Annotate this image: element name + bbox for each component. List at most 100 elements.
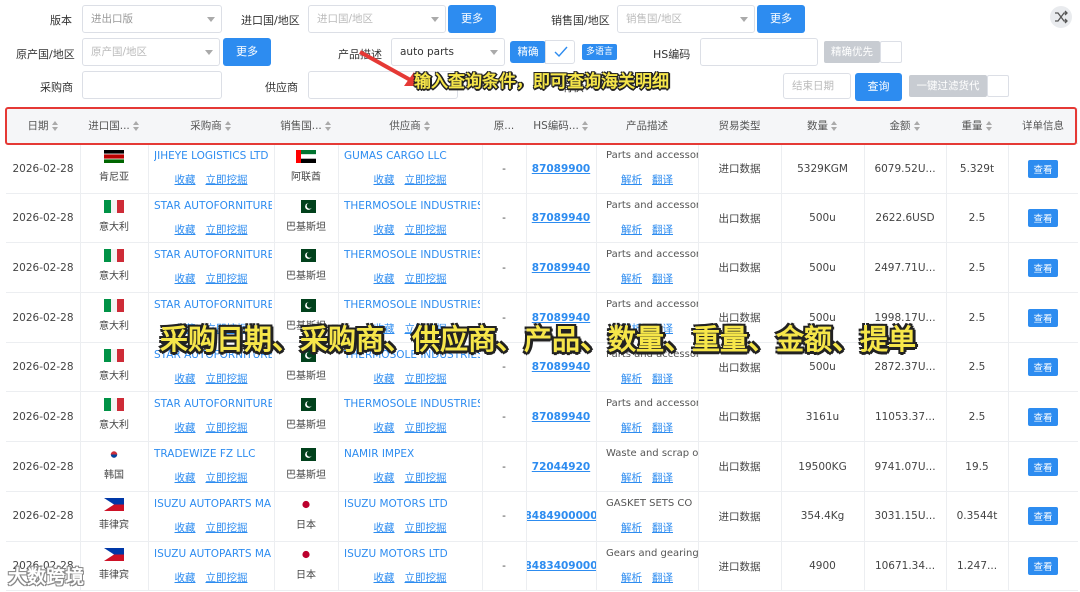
view-button[interactable]: 查看 bbox=[1028, 557, 1058, 575]
translate-link[interactable]: 翻译 bbox=[652, 472, 673, 484]
mine-link[interactable]: 立即挖掘 bbox=[405, 472, 447, 484]
buyer-input[interactable] bbox=[82, 71, 222, 99]
import-country-more-button[interactable]: 更多 bbox=[448, 5, 496, 33]
view-button[interactable]: 查看 bbox=[1028, 407, 1058, 426]
column-header[interactable]: 数量 bbox=[781, 108, 864, 144]
translate-link[interactable]: 翻译 bbox=[652, 522, 673, 534]
sort-icon[interactable] bbox=[423, 121, 431, 131]
mine-link[interactable]: 立即挖掘 bbox=[206, 373, 248, 385]
exact-first-button[interactable]: 精确优先 bbox=[824, 41, 880, 63]
sort-icon[interactable] bbox=[985, 121, 993, 131]
favorite-link[interactable]: 收藏 bbox=[374, 472, 395, 484]
favorite-link[interactable]: 收藏 bbox=[175, 472, 196, 484]
translate-link[interactable]: 翻译 bbox=[652, 572, 673, 584]
query-button[interactable]: 查询 bbox=[855, 73, 902, 101]
supplier-link[interactable]: ISUZU MOTORS LTD bbox=[344, 548, 480, 560]
supplier-link[interactable]: THERMOSOLE INDUSTRIES bbox=[344, 299, 480, 311]
multi-language-tag[interactable]: 多语言 bbox=[582, 44, 618, 60]
view-button[interactable]: 查看 bbox=[1028, 209, 1058, 228]
translate-link[interactable]: 翻译 bbox=[652, 422, 673, 434]
sort-icon[interactable] bbox=[913, 121, 921, 131]
favorite-link[interactable]: 收藏 bbox=[175, 572, 196, 584]
shuffle-icon[interactable] bbox=[1050, 6, 1072, 28]
supplier-link[interactable]: THERMOSOLE INDUSTRIES bbox=[344, 249, 480, 261]
analyze-link[interactable]: 解析 bbox=[621, 572, 642, 584]
buyer-link[interactable]: ISUZU AUTOPARTS MA bbox=[154, 498, 272, 510]
favorite-link[interactable]: 收藏 bbox=[175, 174, 196, 186]
favorite-link[interactable]: 收藏 bbox=[175, 373, 196, 385]
supplier-link[interactable]: ISUZU MOTORS LTD bbox=[344, 498, 480, 510]
sort-icon[interactable] bbox=[581, 121, 589, 131]
exact-checkbox[interactable] bbox=[545, 40, 575, 64]
analyze-link[interactable]: 解析 bbox=[621, 472, 642, 484]
favorite-link[interactable]: 收藏 bbox=[374, 174, 395, 186]
column-header[interactable]: 进口国... bbox=[80, 108, 148, 144]
analyze-link[interactable]: 解析 bbox=[621, 174, 642, 186]
column-header[interactable]: HS编码... bbox=[526, 108, 596, 144]
sales-country-select[interactable]: 销售国/地区 bbox=[617, 5, 755, 33]
filter-agent-switch[interactable] bbox=[987, 75, 1009, 97]
view-button[interactable]: 查看 bbox=[1028, 258, 1058, 277]
favorite-link[interactable]: 收藏 bbox=[374, 572, 395, 584]
supplier-link[interactable]: GUMAS CARGO LLC bbox=[344, 150, 480, 162]
translate-link[interactable]: 翻译 bbox=[652, 174, 673, 186]
buyer-link[interactable]: TRADEWIZE FZ LLC bbox=[154, 448, 272, 460]
supplier-link[interactable]: NAMIR IMPEX bbox=[344, 448, 480, 460]
mine-link[interactable]: 立即挖掘 bbox=[206, 522, 248, 534]
favorite-link[interactable]: 收藏 bbox=[175, 273, 196, 285]
column-header[interactable]: 采购商 bbox=[148, 108, 274, 144]
buyer-link[interactable]: STAR AUTOFORNITURE bbox=[154, 299, 272, 311]
favorite-link[interactable]: 收藏 bbox=[374, 522, 395, 534]
translate-link[interactable]: 翻译 bbox=[652, 224, 673, 236]
sort-icon[interactable] bbox=[132, 121, 140, 131]
sales-country-more-button[interactable]: 更多 bbox=[757, 5, 805, 33]
favorite-link[interactable]: 收藏 bbox=[374, 373, 395, 385]
mine-link[interactable]: 立即挖掘 bbox=[405, 422, 447, 434]
favorite-link[interactable]: 收藏 bbox=[374, 224, 395, 236]
supplier-link[interactable]: THERMOSOLE INDUSTRIES bbox=[344, 398, 480, 410]
hs-code-input[interactable] bbox=[700, 38, 818, 66]
mine-link[interactable]: 立即挖掘 bbox=[206, 472, 248, 484]
favorite-link[interactable]: 收藏 bbox=[374, 273, 395, 285]
mine-link[interactable]: 立即挖掘 bbox=[405, 273, 447, 285]
end-date-input[interactable]: 结束日期 bbox=[783, 73, 851, 99]
view-button[interactable]: 查看 bbox=[1028, 507, 1058, 526]
buyer-link[interactable]: STAR AUTOFORNITURE bbox=[154, 398, 272, 410]
import-country-select[interactable]: 进口国/地区 bbox=[308, 5, 446, 33]
sort-icon[interactable] bbox=[224, 121, 232, 131]
origin-country-more-button[interactable]: 更多 bbox=[223, 38, 271, 66]
column-header[interactable]: 金额 bbox=[864, 108, 946, 144]
translate-link[interactable]: 翻译 bbox=[652, 373, 673, 385]
supplier-link[interactable]: THERMOSOLE INDUSTRIES bbox=[344, 200, 480, 212]
analyze-link[interactable]: 解析 bbox=[621, 373, 642, 385]
favorite-link[interactable]: 收藏 bbox=[175, 224, 196, 236]
column-header[interactable]: 供应商 bbox=[338, 108, 482, 144]
analyze-link[interactable]: 解析 bbox=[621, 224, 642, 236]
origin-country-select[interactable]: 原产国/地区 bbox=[82, 38, 220, 66]
column-header[interactable]: 日期 bbox=[6, 108, 80, 144]
sort-icon[interactable] bbox=[831, 121, 838, 131]
view-button[interactable]: 查看 bbox=[1028, 358, 1058, 377]
exact-toggle[interactable]: 精确 bbox=[510, 41, 546, 63]
mine-link[interactable]: 立即挖掘 bbox=[206, 174, 248, 186]
view-button[interactable]: 查看 bbox=[1028, 457, 1058, 476]
favorite-link[interactable]: 收藏 bbox=[374, 422, 395, 434]
analyze-link[interactable]: 解析 bbox=[621, 273, 642, 285]
version-select[interactable]: 进出口版 bbox=[82, 5, 222, 33]
mine-link[interactable]: 立即挖掘 bbox=[206, 224, 248, 236]
favorite-link[interactable]: 收藏 bbox=[175, 522, 196, 534]
favorite-link[interactable]: 收藏 bbox=[175, 422, 196, 434]
mine-link[interactable]: 立即挖掘 bbox=[405, 572, 447, 584]
column-header[interactable]: 销售国... bbox=[274, 108, 338, 144]
buyer-link[interactable]: STAR AUTOFORNITURE bbox=[154, 249, 272, 261]
analyze-link[interactable]: 解析 bbox=[621, 422, 642, 434]
mine-link[interactable]: 立即挖掘 bbox=[405, 174, 447, 186]
sort-icon[interactable] bbox=[324, 121, 332, 131]
buyer-link[interactable]: ISUZU AUTOPARTS MA bbox=[154, 548, 272, 560]
filter-agent-button[interactable]: 一键过滤货代 bbox=[909, 75, 987, 97]
buyer-link[interactable]: JIHEYE LOGISTICS LTD bbox=[154, 150, 272, 162]
buyer-link[interactable]: STAR AUTOFORNITURE bbox=[154, 200, 272, 212]
view-button[interactable]: 查看 bbox=[1028, 308, 1058, 327]
mine-link[interactable]: 立即挖掘 bbox=[206, 572, 248, 584]
mine-link[interactable]: 立即挖掘 bbox=[206, 273, 248, 285]
